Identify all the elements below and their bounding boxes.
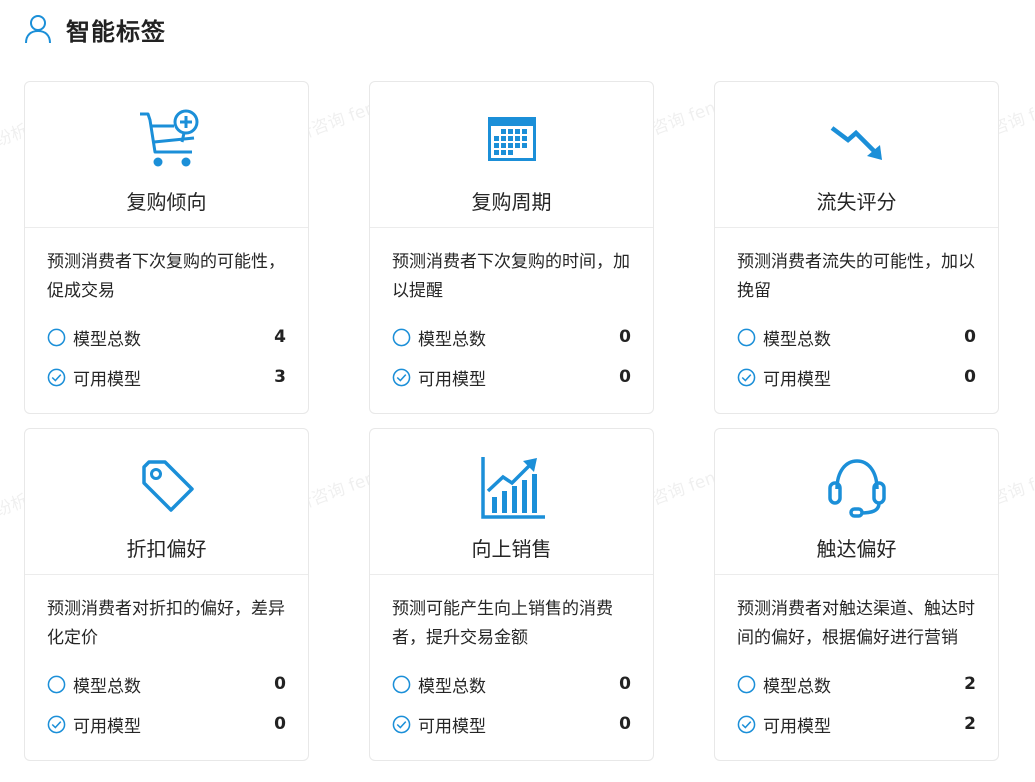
page-header: 智能标签	[24, 12, 166, 46]
tag-card-churn-score[interactable]: 流失评分 预测消费者流失的可能性，加以挽留 模型总数 0 可用模型 0	[714, 81, 999, 414]
card-header: 触达偏好	[715, 429, 998, 575]
stat-total-models: 模型总数 4	[47, 325, 286, 350]
card-description: 预测可能产生向上销售的消费者，提升交易金额	[392, 599, 613, 648]
check-circle-icon	[47, 368, 66, 387]
card-header: 流失评分	[715, 82, 998, 228]
stat-value: 0	[964, 327, 976, 347]
bar-chart-up-icon	[479, 453, 545, 519]
card-description: 预测消费者流失的可能性，加以挽留	[737, 252, 975, 301]
circle-icon	[392, 328, 411, 347]
stat-value: 0	[274, 674, 286, 694]
page-title: 智能标签	[66, 17, 166, 46]
trend-down-icon	[824, 106, 890, 172]
tag-card-discount-preference[interactable]: 折扣偏好 预测消费者对折扣的偏好，差异化定价 模型总数 0 可用模型 0	[24, 428, 309, 761]
check-circle-icon	[737, 368, 756, 387]
tag-card-repurchase-cycle[interactable]: 复购周期 预测消费者下次复购的时间，加以提醒 模型总数 0 可用模型 0	[369, 81, 654, 414]
stat-label: 可用模型	[418, 716, 486, 737]
check-circle-icon	[392, 715, 411, 734]
stat-label: 可用模型	[418, 369, 486, 390]
tag-card-upsell[interactable]: 向上销售 预测可能产生向上销售的消费者，提升交易金额 模型总数 0 可用模型 0	[369, 428, 654, 761]
stat-available-models: 可用模型 0	[392, 712, 631, 737]
card-title: 复购周期	[471, 190, 552, 214]
price-tag-icon	[134, 453, 200, 519]
stat-label: 模型总数	[763, 329, 831, 350]
check-circle-icon	[392, 368, 411, 387]
circle-icon	[737, 328, 756, 347]
user-icon	[24, 14, 52, 44]
stat-total-models: 模型总数 0	[47, 672, 286, 697]
stat-label: 可用模型	[763, 716, 831, 737]
stat-label: 模型总数	[763, 676, 831, 697]
stat-value: 3	[274, 367, 286, 387]
circle-icon	[47, 328, 66, 347]
stat-label: 可用模型	[73, 716, 141, 737]
tag-card-reach-preference[interactable]: 触达偏好 预测消费者对触达渠道、触达时间的偏好，根据偏好进行营销 模型总数 2 …	[714, 428, 999, 761]
stat-value: 4	[274, 327, 286, 347]
stat-value: 0	[619, 674, 631, 694]
stat-label: 可用模型	[73, 369, 141, 390]
card-title: 复购倾向	[126, 190, 207, 214]
card-header: 复购倾向	[25, 82, 308, 228]
stat-label: 模型总数	[73, 329, 141, 350]
card-description: 预测消费者对折扣的偏好，差异化定价	[47, 599, 285, 648]
stat-value: 2	[964, 714, 976, 734]
card-description: 预测消费者下次复购的时间，加以提醒	[392, 252, 630, 301]
card-header: 复购周期	[370, 82, 653, 228]
cart-plus-icon	[134, 106, 200, 172]
stat-value: 2	[964, 674, 976, 694]
check-circle-icon	[737, 715, 756, 734]
stat-label: 模型总数	[418, 676, 486, 697]
card-description: 预测消费者对触达渠道、触达时间的偏好，根据偏好进行营销	[737, 599, 975, 648]
check-circle-icon	[47, 715, 66, 734]
stat-total-models: 模型总数 2	[737, 672, 976, 697]
stat-available-models: 可用模型 0	[392, 365, 631, 390]
stat-value: 0	[619, 367, 631, 387]
stat-total-models: 模型总数 0	[392, 325, 631, 350]
card-description: 预测消费者下次复购的可能性，促成交易	[47, 252, 285, 301]
stat-available-models: 可用模型 0	[737, 365, 976, 390]
headset-icon	[824, 453, 890, 519]
stat-value: 0	[619, 714, 631, 734]
circle-icon	[737, 675, 756, 694]
stat-available-models: 可用模型 2	[737, 712, 976, 737]
card-header: 折扣偏好	[25, 429, 308, 575]
stat-value: 0	[274, 714, 286, 734]
card-title: 折扣偏好	[126, 537, 207, 561]
stat-total-models: 模型总数 0	[737, 325, 976, 350]
card-title: 流失评分	[816, 190, 897, 214]
stat-label: 可用模型	[763, 369, 831, 390]
card-title: 触达偏好	[816, 537, 897, 561]
stat-label: 模型总数	[73, 676, 141, 697]
circle-icon	[47, 675, 66, 694]
calendar-icon	[479, 106, 545, 172]
stat-available-models: 可用模型 0	[47, 712, 286, 737]
stat-available-models: 可用模型 3	[47, 365, 286, 390]
circle-icon	[392, 675, 411, 694]
stat-value: 0	[964, 367, 976, 387]
stat-total-models: 模型总数 0	[392, 672, 631, 697]
tag-card-repurchase-tendency[interactable]: 复购倾向 预测消费者下次复购的可能性，促成交易 模型总数 4 可用模型 3	[24, 81, 309, 414]
stat-label: 模型总数	[418, 329, 486, 350]
tag-card-grid: 复购倾向 预测消费者下次复购的可能性，促成交易 模型总数 4 可用模型 3 复购…	[24, 81, 1002, 764]
card-header: 向上销售	[370, 429, 653, 575]
card-title: 向上销售	[471, 537, 552, 561]
stat-value: 0	[619, 327, 631, 347]
